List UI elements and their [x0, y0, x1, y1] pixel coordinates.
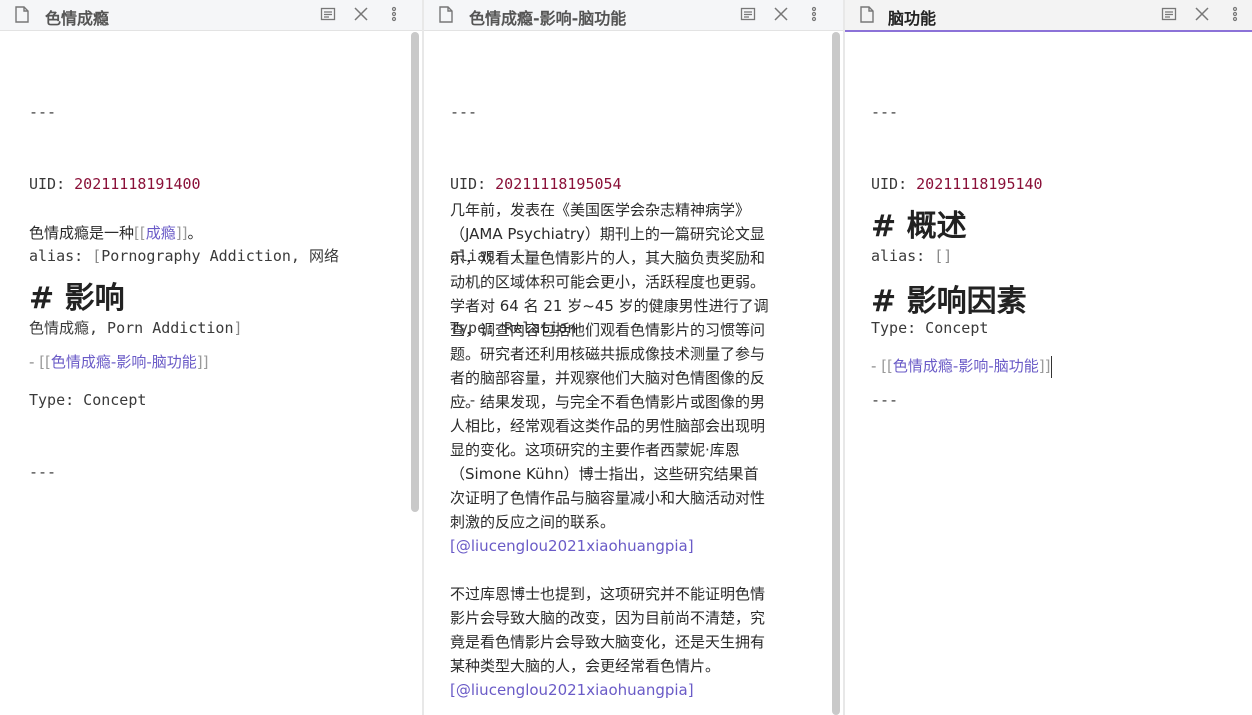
paragraph-line: 动机的区域体积可能会更小，活跃程度也更弱。	[450, 273, 766, 291]
paragraph-line: 题。研究者还利用核磁共振成像技术测量了参与	[450, 345, 766, 363]
more-options-icon[interactable]	[1227, 6, 1243, 22]
pane-title[interactable]: 脑功能	[888, 5, 936, 29]
paragraph-line: 某种类型大脑的人，会更经常看色情片。	[450, 657, 721, 675]
uid-value: 20211118195140	[916, 175, 1043, 193]
file-icon	[860, 6, 874, 23]
uid-line: UID: 20211118191400	[29, 172, 379, 196]
uid-line: UID: 20211118195054	[450, 172, 800, 196]
more-options-icon[interactable]	[386, 6, 402, 22]
paragraph-line: 示，观看大量色情影片的人，其大脑负责奖励和	[450, 249, 766, 267]
paragraph-line: 学者对 64 名 21 岁~45 岁的健康男性进行了调	[450, 297, 769, 315]
frontmatter: --- UID: 20211118195140 alias: [] Type: …	[871, 52, 1221, 460]
paragraph-line: 刺激的反应之间的联系。	[450, 513, 616, 531]
list-dash: -	[871, 357, 882, 375]
paragraph-line: 者的脑部容量，并观察他们大脑对色情图像的反	[450, 369, 766, 387]
citation-link[interactable]: [@liucenglou2021xiaohuangpia]	[450, 678, 830, 702]
internal-link[interactable]: 色情成瘾-影响-脑功能	[51, 353, 197, 371]
note-content[interactable]: --- UID: 20211118195140 alias: [] Type: …	[845, 31, 1252, 715]
uid-key: UID:	[29, 175, 75, 193]
close-icon[interactable]	[773, 6, 789, 22]
heading-factors: # 影响因素	[871, 284, 1027, 319]
pane-title[interactable]: 色情成瘾	[45, 5, 109, 29]
type-line: Type: Concept	[29, 391, 147, 409]
alias-key: alias:	[871, 247, 935, 265]
note-content[interactable]: --- UID: 20211118195054 alias: [] Type: …	[424, 31, 843, 715]
frontmatter-delimiter: ---	[450, 103, 478, 121]
uid-line: UID: 20211118195140	[871, 172, 1221, 196]
paragraph-line: （Simone Kühn）博士指出，这些研究结果首	[450, 465, 759, 483]
paragraph-line: （JAMA Psychiatry）期刊上的一篇研究论文显	[450, 225, 765, 243]
pane-header: 脑功能	[845, 0, 1252, 32]
frontmatter-delimiter: ---	[29, 463, 57, 481]
close-icon[interactable]	[1194, 6, 1210, 22]
frontmatter-delimiter: ---	[29, 103, 57, 121]
reading-view-icon[interactable]	[740, 6, 756, 22]
link-close-bracket: ]]	[196, 353, 209, 371]
link-open-bracket: [[	[881, 357, 893, 375]
paragraph-line: 竟是看色情影片会导致大脑变化，还是天生拥有	[450, 633, 766, 651]
list-item: - [[色情成瘾-影响-脑功能]]	[29, 350, 208, 374]
editor-pane-3: 脑功能 --- UID: 20211118195140 alias: [] Ty…	[845, 0, 1252, 715]
uid-key: UID:	[450, 175, 496, 193]
alias-close-bracket: ]	[233, 319, 243, 337]
uid-value: 20211118191400	[74, 175, 201, 193]
body-text: 色情成瘾是一种	[29, 224, 135, 242]
alias-value-cont: 色情成瘾, Porn Addiction	[29, 319, 234, 337]
alias-line: alias: []	[871, 244, 1221, 268]
heading-overview: # 概述	[871, 209, 967, 244]
file-icon	[439, 6, 453, 23]
heading: # 影响	[29, 281, 125, 316]
editor-pane-1: 色情成瘾 --- UID: 20211118191400 alias: [Por…	[0, 0, 422, 715]
link-close-bracket: ]]	[175, 224, 188, 242]
alias-value: []	[934, 247, 953, 265]
note-content[interactable]: --- UID: 20211118191400 alias: [Pornogra…	[0, 31, 422, 715]
internal-link[interactable]: 成瘾	[146, 224, 176, 242]
paragraph-line: 不过库恩博士也提到，这项研究并不能证明色情	[450, 585, 766, 603]
uid-value: 20211118195054	[495, 175, 622, 193]
paragraph-line: 显的变化。这项研究的主要作者西蒙妮·库恩	[450, 441, 740, 459]
text-cursor	[1051, 355, 1053, 378]
pane-title[interactable]: 色情成瘾-影响-脑功能	[469, 5, 626, 29]
reading-view-icon[interactable]	[1161, 6, 1177, 22]
paragraph-line: 几年前，发表在《美国医学会杂志精神病学》	[450, 201, 751, 219]
list-dash: -	[29, 353, 40, 371]
pane-header: 色情成瘾-影响-脑功能	[424, 0, 843, 31]
paragraph-line: 应。结果发现，与完全不看色情影片或图像的男	[450, 393, 766, 411]
paragraph-line: 次证明了色情作品与脑容量减小和大脑活动对性	[450, 489, 766, 507]
file-icon	[15, 6, 29, 23]
paragraph-line: 查，调查内容包括他们观看色情影片的习惯等问	[450, 321, 766, 339]
link-open-bracket: [[	[134, 224, 146, 242]
paragraph-line: 影片会导致大脑的改变，因为目前尚不清楚，究	[450, 609, 766, 627]
list-item: - [[色情成瘾-影响-脑功能]]	[871, 354, 1053, 378]
reading-view-icon[interactable]	[320, 6, 336, 22]
pane-header: 色情成瘾	[0, 0, 422, 31]
alias-value: Pornography Addiction, 网络	[101, 247, 339, 265]
citation-link[interactable]: [@liucenglou2021xiaohuangpia]	[450, 534, 830, 558]
uid-key: UID:	[871, 175, 917, 193]
paragraph-line: 人相比，经常观看这类作品的男性脑部会出现明	[450, 417, 766, 435]
internal-link[interactable]: 色情成瘾-影响-脑功能	[893, 357, 1039, 375]
alias-open-bracket: [	[92, 247, 102, 265]
body-paragraph-1: 几年前，发表在《美国医学会杂志精神病学》 （JAMA Psychiatry）期刊…	[450, 198, 830, 702]
link-open-bracket: [[	[39, 353, 51, 371]
body-paragraph: 色情成瘾是一种[[成瘾]]。	[29, 221, 202, 245]
more-options-icon[interactable]	[806, 6, 822, 22]
body-text-end: 。	[187, 224, 203, 242]
frontmatter-delimiter: ---	[871, 391, 899, 409]
alias-line: alias: [Pornography Addiction, 网络	[29, 244, 379, 268]
frontmatter-delimiter: ---	[871, 103, 899, 121]
close-icon[interactable]	[353, 6, 369, 22]
alias-key: alias:	[29, 247, 93, 265]
link-close-bracket: ]]	[1038, 357, 1051, 375]
editor-pane-2: 色情成瘾-影响-脑功能 --- UID: 20211118195054 alia…	[424, 0, 843, 715]
alias-line-continued: 色情成瘾, Porn Addiction]	[29, 316, 379, 340]
